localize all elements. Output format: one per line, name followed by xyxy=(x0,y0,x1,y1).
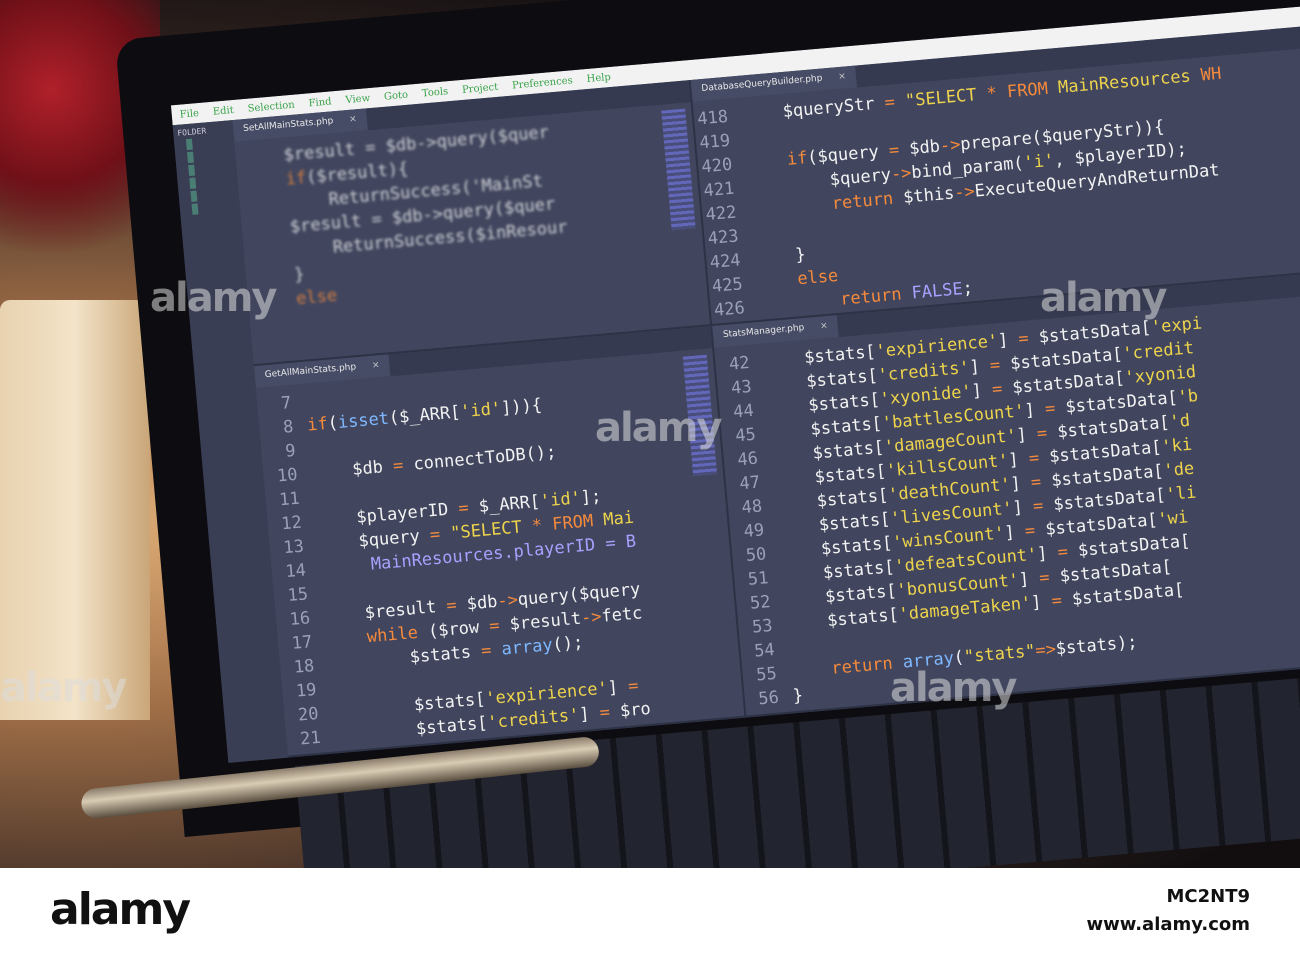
code-token: 'd xyxy=(1168,410,1191,433)
code-token: 'id' xyxy=(539,487,582,512)
code-area[interactable]: $result = $db->query($quer if ($result){ R… xyxy=(234,102,706,321)
code-token: ] xyxy=(606,676,630,699)
code-token: 'de xyxy=(1162,458,1195,481)
close-tab-icon[interactable]: × xyxy=(372,360,381,373)
line-number: 56 xyxy=(757,687,780,710)
code-token: ] xyxy=(997,329,1020,351)
code-token: 'li xyxy=(1164,482,1198,505)
white-flower-pot xyxy=(0,300,150,720)
tree-item[interactable] xyxy=(190,189,214,202)
menu-item-find[interactable]: Find xyxy=(308,96,332,109)
code-token: 'i' xyxy=(1022,150,1056,174)
stock-footer: alamy MC2NT9 www.alamy.com xyxy=(0,868,1300,956)
tree-item[interactable] xyxy=(191,202,215,215)
code-token: ] xyxy=(970,379,993,402)
menu-item-project[interactable]: Project xyxy=(462,81,499,95)
tab-label: GetAllMainStats.php xyxy=(264,361,357,380)
code-token: 'ki xyxy=(1160,434,1193,457)
watermark: alamy xyxy=(150,275,277,321)
photo-scene: File Edit Selection Find View Goto Tools Projec… xyxy=(0,0,1300,868)
tab-label: StatsManager.php xyxy=(722,322,805,340)
code-token: WH xyxy=(1199,63,1223,86)
code-token: ] xyxy=(968,355,991,378)
code-token: ] xyxy=(1030,591,1053,613)
code-token: -> xyxy=(939,134,962,157)
sidebar-title: FOLDER xyxy=(176,126,207,138)
code-token: } xyxy=(791,685,804,706)
menu-item-edit[interactable]: Edit xyxy=(212,104,234,117)
code-token: ] xyxy=(1015,423,1038,446)
image-id: MC2NT9 xyxy=(1166,886,1250,907)
site-url: www.alamy.com xyxy=(1086,914,1250,935)
code-token: Mai xyxy=(592,507,635,531)
editor-workspace: FOLDER SetAllMainStats.php × $result = $db… xyxy=(172,18,1300,763)
code-token: if xyxy=(306,413,329,436)
close-tab-icon[interactable]: × xyxy=(349,114,358,127)
code-token: ]; xyxy=(579,486,603,508)
menu-item-preferences[interactable]: Preferences xyxy=(512,75,574,91)
code-token: (); xyxy=(551,632,585,655)
editor-pane-set-all-main-stats[interactable]: SetAllMainStats.php × $result = $db->query… xyxy=(232,79,713,366)
close-tab-icon[interactable]: × xyxy=(838,71,847,84)
code-token: -> xyxy=(580,606,603,629)
code-token: -> xyxy=(890,163,913,185)
menu-item-tools[interactable]: Tools xyxy=(421,86,448,99)
code-token: ] xyxy=(1003,521,1026,543)
watermark: alamy xyxy=(1040,275,1167,321)
menu-item-help[interactable]: Help xyxy=(586,71,611,84)
code-token: ] xyxy=(1023,398,1046,421)
menu-item-file[interactable]: File xyxy=(179,107,199,120)
code-token: 'wi xyxy=(1156,506,1189,530)
code-token: FALSE xyxy=(900,279,964,305)
code-token: ] xyxy=(1018,568,1041,590)
alamy-logo: alamy xyxy=(50,884,191,935)
code-token: -> xyxy=(953,181,976,204)
menu-item-view[interactable]: View xyxy=(345,93,371,106)
tree-item[interactable] xyxy=(187,150,210,164)
menu-item-selection[interactable]: Selection xyxy=(247,99,295,114)
code-token: if xyxy=(284,167,308,190)
code-token: ] xyxy=(1036,542,1059,565)
tree-item[interactable] xyxy=(189,176,213,190)
code-token: ; xyxy=(961,278,974,300)
code-token: 'id' xyxy=(459,398,502,422)
watermark: alamy xyxy=(890,665,1017,711)
code-token: = xyxy=(627,675,640,697)
tab-label: SetAllMainStats.php xyxy=(242,116,334,135)
code-token: -> xyxy=(496,589,519,612)
code-token: $ro xyxy=(608,698,652,722)
watermark: alamy xyxy=(595,405,722,451)
watermark: alamy xyxy=(0,665,127,711)
editor-pane-stats-manager[interactable]: StatsManager.php × 42 $stats['expirience']… xyxy=(712,263,1300,718)
menu-item-goto[interactable]: Goto xyxy=(384,89,409,102)
code-token: ] xyxy=(1011,496,1034,519)
tree-item[interactable] xyxy=(185,137,209,151)
code-token: ] xyxy=(578,702,601,725)
code-area[interactable]: 42 $stats['expirience'] = $statsData['ex… xyxy=(714,286,1300,718)
code-token: ])){ xyxy=(500,394,543,419)
line-number: 21 xyxy=(299,727,322,750)
laptop-screen: File Edit Selection Find View Goto Tools Projec… xyxy=(170,0,1300,763)
code-token: ] xyxy=(1009,472,1032,495)
code-token: ] xyxy=(1007,448,1030,471)
code-token: } xyxy=(293,264,306,286)
line-number: 426 xyxy=(713,298,746,321)
editor-pane-get-all-main-stats[interactable]: GetAllMainStats.php × 7 8 if(isset ($_ARR['id… xyxy=(253,325,747,758)
tree-item[interactable] xyxy=(188,163,212,177)
code-token: isset xyxy=(337,408,390,433)
code-token: fetc xyxy=(600,602,644,627)
code-token: => xyxy=(1034,638,1057,661)
code-token: $db xyxy=(898,136,941,161)
code-token: 'b xyxy=(1176,385,1199,408)
code-token: $db xyxy=(455,591,499,615)
close-tab-icon[interactable]: × xyxy=(820,321,829,334)
code-token: else xyxy=(295,285,338,310)
